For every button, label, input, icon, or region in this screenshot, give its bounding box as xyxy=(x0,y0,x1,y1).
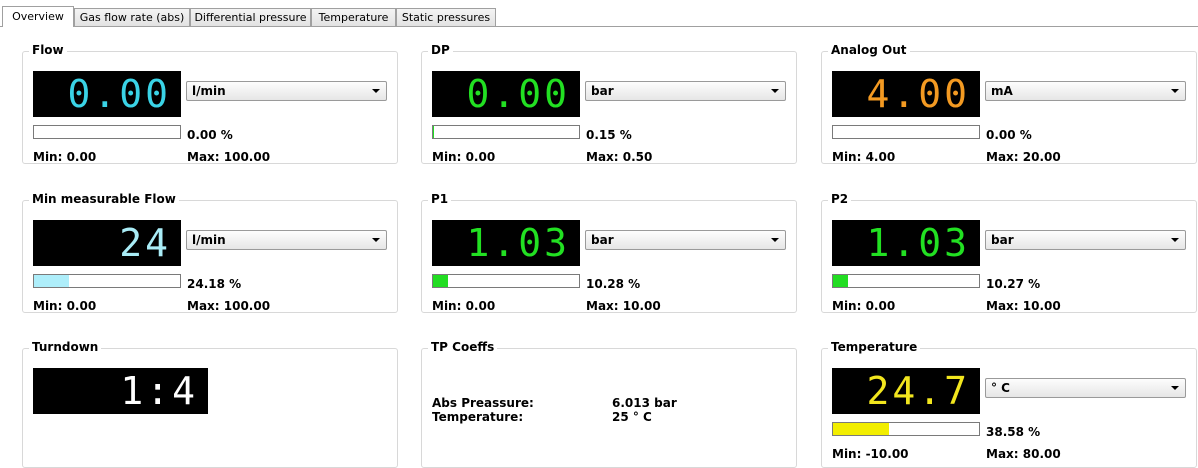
unit-value: mA xyxy=(991,84,1013,98)
tab-divider xyxy=(0,26,1198,27)
p1-progress-bar xyxy=(432,274,580,288)
chevron-down-icon xyxy=(1171,386,1179,390)
dp-percent: 0.15 % xyxy=(586,128,632,142)
flow-display: 0.00 xyxy=(33,71,181,117)
p2-panel: P2 1.03 bar 10.27 % Min: 0.00 Max: 10.00 xyxy=(821,200,1197,313)
dp-panel: DP 0.00 bar 0.15 % Min: 0.00 Max: 0.50 xyxy=(421,51,797,164)
flow-percent: 0.00 % xyxy=(187,128,233,142)
abs-pressure-label: Abs Preassure: xyxy=(432,396,534,410)
unit-value: l/min xyxy=(192,233,226,247)
dp-max: Max: 0.50 xyxy=(586,150,652,164)
chevron-down-icon xyxy=(771,89,779,93)
analog-out-min: Min: 4.00 xyxy=(832,150,895,164)
p1-min: Min: 0.00 xyxy=(432,299,495,313)
temperature-display: 24.7 xyxy=(832,368,980,414)
min-flow-unit-select[interactable]: l/min xyxy=(186,230,387,250)
p1-panel: P1 1.03 bar 10.28 % Min: 0.00 Max: 10.00 xyxy=(421,200,797,313)
panel-title: Temperature xyxy=(828,340,920,355)
unit-value: ° C xyxy=(991,381,1010,395)
min-flow-panel: Min measurable Flow 24 l/min 24.18 % Min… xyxy=(22,200,398,313)
p2-display: 1.03 xyxy=(832,220,980,266)
min-flow-percent: 24.18 % xyxy=(187,277,241,291)
temperature-min: Min: -10.00 xyxy=(832,447,909,461)
analog-out-progress-bar xyxy=(832,125,980,139)
p2-min: Min: 0.00 xyxy=(832,299,895,313)
analog-out-unit-select[interactable]: mA xyxy=(985,81,1186,101)
flow-panel: Flow 0.00 l/min 0.00 % Min: 0.00 Max: 10… xyxy=(22,51,398,164)
temperature-value: 25 ° C xyxy=(612,410,652,424)
panel-title: Flow xyxy=(29,43,67,58)
progress-fill xyxy=(433,275,448,287)
panel-title: Analog Out xyxy=(828,43,910,58)
temperature-panel: Temperature 24.7 ° C 38.58 % Min: -10.00… xyxy=(821,348,1197,468)
panel-title: P1 xyxy=(428,192,451,207)
min-flow-display: 24 xyxy=(33,220,181,266)
p1-unit-select[interactable]: bar xyxy=(585,230,786,250)
analog-out-percent: 0.00 % xyxy=(986,128,1032,142)
unit-value: bar xyxy=(591,233,614,247)
p1-max: Max: 10.00 xyxy=(586,299,661,313)
tab-differential-pressure[interactable]: Differential pressure xyxy=(190,8,311,26)
unit-value: bar xyxy=(591,84,614,98)
dp-min: Min: 0.00 xyxy=(432,150,495,164)
unit-value: bar xyxy=(991,233,1014,247)
p2-percent: 10.27 % xyxy=(986,277,1040,291)
panel-title: P2 xyxy=(828,192,851,207)
tab-gas-flow-rate[interactable]: Gas flow rate (abs) xyxy=(74,8,190,26)
p2-max: Max: 10.00 xyxy=(986,299,1061,313)
tab-static-pressures[interactable]: Static pressures xyxy=(396,8,496,26)
chevron-down-icon xyxy=(1171,89,1179,93)
tab-temperature[interactable]: Temperature xyxy=(311,8,396,26)
min-flow-max: Max: 100.00 xyxy=(187,299,270,313)
turndown-panel: Turndown 1:4 xyxy=(22,348,398,468)
tab-bar: Overview Gas flow rate (abs) Differentia… xyxy=(0,0,1198,27)
turndown-display: 1:4 xyxy=(33,368,208,414)
p1-display: 1.03 xyxy=(432,220,580,266)
temperature-max: Max: 80.00 xyxy=(986,447,1061,461)
temperature-percent: 38.58 % xyxy=(986,425,1040,439)
tp-coeffs-panel: TP Coeffs Abs Preassure: 6.013 bar Tempe… xyxy=(421,348,797,468)
panel-title: Min measurable Flow xyxy=(29,192,179,207)
chevron-down-icon xyxy=(771,238,779,242)
panel-title: Turndown xyxy=(29,340,101,355)
chevron-down-icon xyxy=(372,238,380,242)
flow-max: Max: 100.00 xyxy=(187,150,270,164)
progress-fill xyxy=(833,275,848,287)
temperature-progress-bar xyxy=(832,422,980,436)
min-flow-min: Min: 0.00 xyxy=(33,299,96,313)
temperature-label: Temperature: xyxy=(432,410,523,424)
flow-unit-select[interactable]: l/min xyxy=(186,81,387,101)
p2-unit-select[interactable]: bar xyxy=(985,230,1186,250)
dp-display: 0.00 xyxy=(432,71,580,117)
progress-fill xyxy=(34,275,69,287)
dp-unit-select[interactable]: bar xyxy=(585,81,786,101)
abs-pressure-value: 6.013 bar xyxy=(612,396,677,410)
analog-out-max: Max: 20.00 xyxy=(986,150,1061,164)
min-flow-progress-bar xyxy=(33,274,181,288)
dp-progress-bar xyxy=(432,125,580,139)
chevron-down-icon xyxy=(1171,238,1179,242)
unit-value: l/min xyxy=(192,84,226,98)
panel-title: TP Coeffs xyxy=(428,340,497,355)
analog-out-display: 4.00 xyxy=(832,71,980,117)
analog-out-panel: Analog Out 4.00 mA 0.00 % Min: 4.00 Max:… xyxy=(821,51,1197,164)
panel-title: DP xyxy=(428,43,453,58)
tab-overview[interactable]: Overview xyxy=(2,6,74,27)
p1-percent: 10.28 % xyxy=(586,277,640,291)
chevron-down-icon xyxy=(372,89,380,93)
flow-min: Min: 0.00 xyxy=(33,150,96,164)
flow-progress-bar xyxy=(33,125,181,139)
progress-fill xyxy=(833,423,889,435)
p2-progress-bar xyxy=(832,274,980,288)
temperature-unit-select[interactable]: ° C xyxy=(985,378,1186,398)
